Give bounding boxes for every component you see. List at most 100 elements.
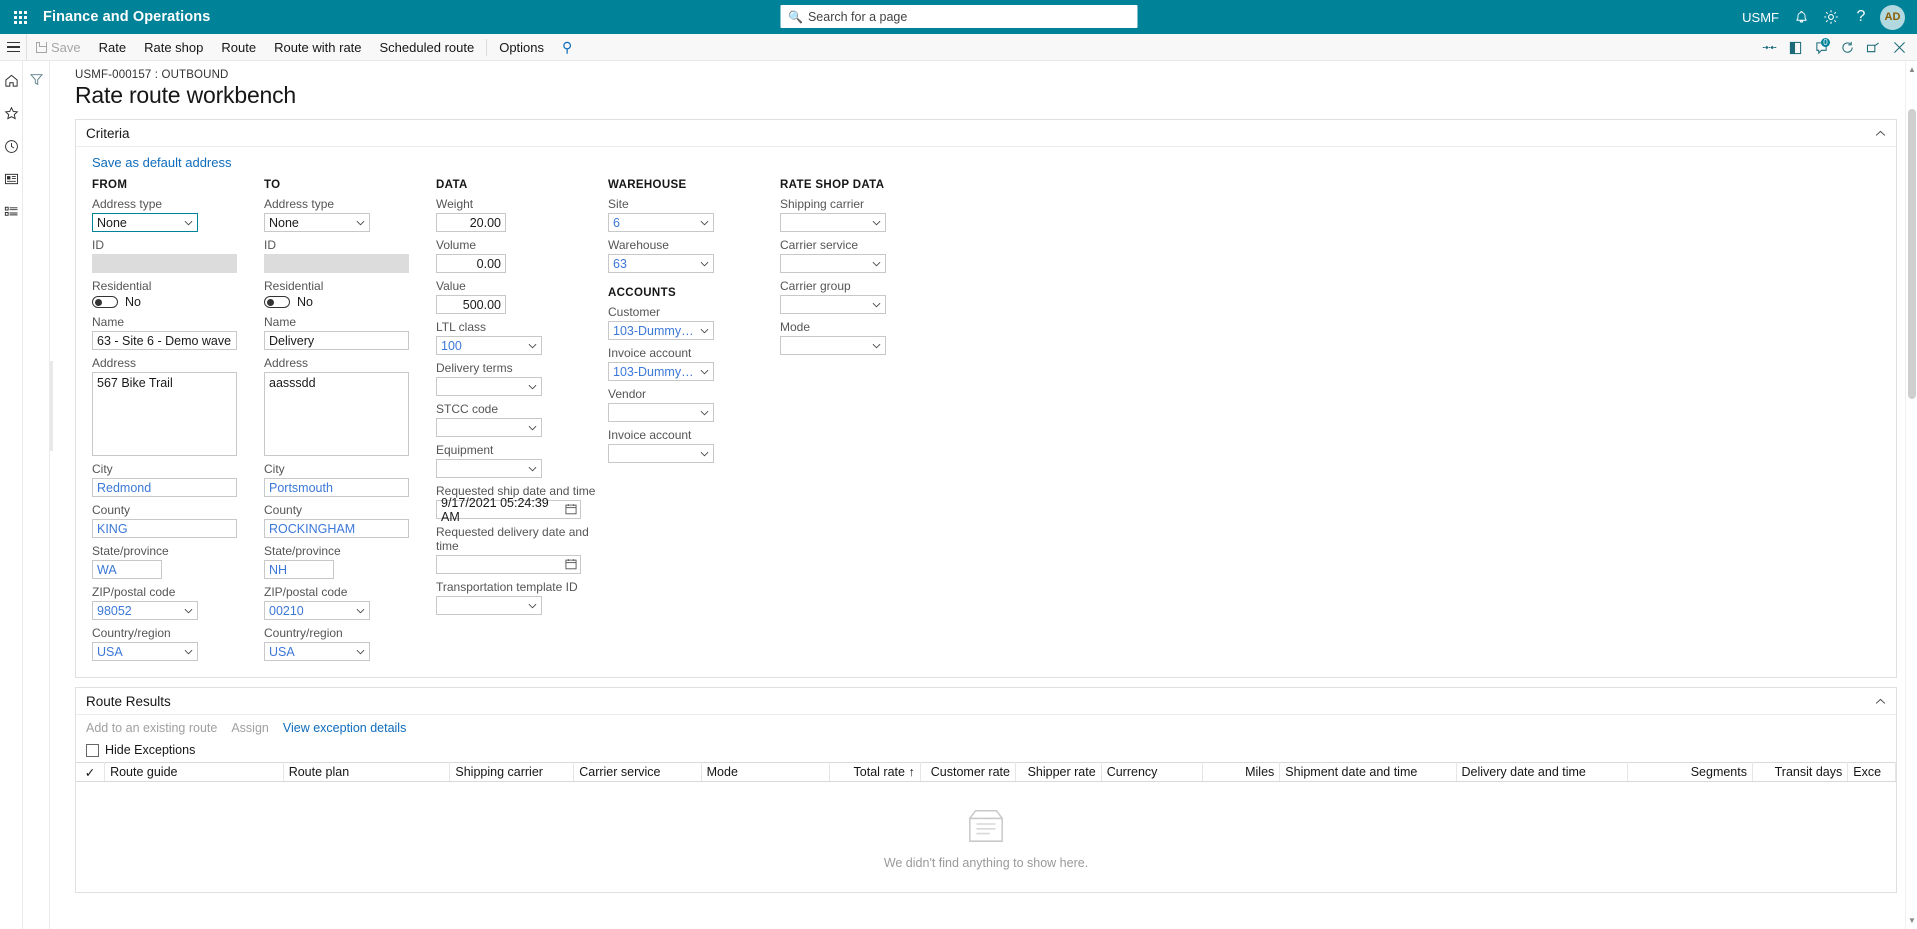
column-header-segments[interactable]: Segments xyxy=(1627,762,1753,782)
column-header-customer-rate[interactable]: Customer rate xyxy=(920,762,1016,782)
column-header-exceptions[interactable]: Exce xyxy=(1847,762,1896,782)
messages-icon[interactable]: 0 xyxy=(1809,34,1833,61)
to-name-input[interactable]: Delivery xyxy=(264,331,409,350)
from-zip-select[interactable]: 98052 xyxy=(92,601,198,620)
shipping-carrier-select[interactable] xyxy=(780,213,886,232)
column-header-currency[interactable]: Currency xyxy=(1101,762,1203,782)
column-header-delivery-date[interactable]: Delivery date and time xyxy=(1456,762,1628,782)
save-as-default-address-link[interactable]: Save as default address xyxy=(92,155,231,170)
app-launcher-button[interactable] xyxy=(0,0,40,34)
to-address-textarea[interactable]: aasssdd xyxy=(264,372,409,456)
to-county-input[interactable]: ROCKINGHAM xyxy=(264,519,409,538)
equipment-select[interactable] xyxy=(436,459,542,478)
hide-exceptions-checkbox[interactable] xyxy=(86,743,99,757)
home-icon[interactable] xyxy=(2,71,20,89)
from-name-input[interactable]: 63 - Site 6 - Demo wave cont... xyxy=(92,331,237,350)
refresh-icon[interactable] xyxy=(1835,34,1859,61)
to-country-select[interactable]: USA xyxy=(264,642,370,661)
chevron-up-icon[interactable] xyxy=(1875,694,1886,708)
add-to-existing-route-button[interactable]: Add to an existing route xyxy=(86,721,217,735)
bell-icon[interactable] xyxy=(1786,0,1816,34)
column-header-route-guide[interactable]: Route guide xyxy=(104,762,284,782)
search-input[interactable]: 🔍 Search for a page xyxy=(780,5,1137,28)
route-button[interactable]: Route xyxy=(212,34,265,61)
save-button[interactable]: Save xyxy=(27,34,90,61)
chevron-down-icon xyxy=(700,218,709,227)
to-zip-select[interactable]: 00210 xyxy=(264,601,370,620)
global-search[interactable]: 🔍 Search for a page xyxy=(780,5,1137,28)
ltl-class-select[interactable]: 100 xyxy=(436,336,542,355)
avatar[interactable]: AD xyxy=(1880,4,1905,30)
modules-list-icon[interactable] xyxy=(2,203,20,221)
route-with-rate-button[interactable]: Route with rate xyxy=(265,34,370,61)
company-selector[interactable]: USMF xyxy=(1735,0,1786,34)
favorites-star-icon[interactable] xyxy=(2,104,20,122)
select-all-column-header[interactable]: ✓ xyxy=(76,762,106,782)
popout-icon[interactable] xyxy=(1861,34,1885,61)
column-header-route-plan[interactable]: Route plan xyxy=(283,762,451,782)
invoice-account-select[interactable]: 103-DummyCusto... xyxy=(608,362,714,381)
requested-delivery-date-input[interactable] xyxy=(436,555,581,574)
scheduled-route-button[interactable]: Scheduled route xyxy=(371,34,484,61)
delivery-terms-select[interactable] xyxy=(436,377,542,396)
vertical-scrollbar[interactable]: ▲ ▼ xyxy=(1905,61,1917,929)
from-address-textarea[interactable]: 567 Bike Trail xyxy=(92,372,237,456)
relationships-icon[interactable] xyxy=(1757,34,1781,61)
rate-shop-button-label: Rate shop xyxy=(144,39,204,55)
rate-shop-button[interactable]: Rate shop xyxy=(135,34,212,61)
column-header-transit-days[interactable]: Transit days xyxy=(1752,762,1849,782)
from-county-input[interactable]: KING xyxy=(92,519,237,538)
workspaces-icon[interactable] xyxy=(2,170,20,188)
scroll-up-arrow-icon[interactable]: ▲ xyxy=(1908,65,1916,74)
options-button[interactable]: Options xyxy=(490,34,553,61)
vendor-select[interactable] xyxy=(608,403,714,422)
column-header-mode[interactable]: Mode xyxy=(701,762,831,782)
to-city-input[interactable]: Portsmouth xyxy=(264,478,409,497)
requested-ship-date-input[interactable]: 9/17/2021 05:24:39 AM xyxy=(436,496,581,524)
route-results-section-header[interactable]: Route Results xyxy=(76,688,1896,715)
filter-funnel-icon[interactable] xyxy=(29,73,43,89)
column-header-shipper-rate[interactable]: Shipper rate xyxy=(1015,762,1102,782)
criteria-section-header[interactable]: Criteria xyxy=(76,120,1896,147)
view-exception-details-link[interactable]: View exception details xyxy=(283,721,406,735)
question-icon[interactable]: ? xyxy=(1846,0,1876,34)
from-country-select[interactable]: USA xyxy=(92,642,198,661)
scrollbar-thumb[interactable] xyxy=(1908,109,1916,399)
scheduled-route-button-label: Scheduled route xyxy=(379,39,475,55)
transportation-template-select[interactable] xyxy=(436,596,542,615)
mode-select[interactable] xyxy=(780,336,886,355)
from-city-input[interactable]: Redmond xyxy=(92,478,237,497)
weight-input[interactable]: 20.00 xyxy=(436,213,506,232)
to-state-input[interactable]: NH xyxy=(264,560,334,579)
customer-select[interactable]: 103-DummyCusto... xyxy=(608,321,714,340)
chevron-down-icon xyxy=(356,606,365,615)
column-header-miles[interactable]: Miles xyxy=(1202,762,1281,782)
site-select[interactable]: 6 xyxy=(608,213,714,232)
column-header-shipping-carrier[interactable]: Shipping carrier xyxy=(449,762,575,782)
from-residential-toggle[interactable] xyxy=(92,296,118,308)
carrier-group-select[interactable] xyxy=(780,295,886,314)
value-input[interactable]: 500.00 xyxy=(436,295,506,314)
to-residential-toggle[interactable] xyxy=(264,296,290,308)
warehouse-select[interactable]: 63 xyxy=(608,254,714,273)
hamburger-icon[interactable] xyxy=(0,33,27,61)
close-icon[interactable] xyxy=(1887,34,1911,61)
toolbar-search-icon[interactable]: ⚲ xyxy=(553,34,581,61)
assign-button[interactable]: Assign xyxy=(231,721,269,735)
attachments-icon[interactable] xyxy=(1783,34,1807,61)
scroll-down-arrow-icon[interactable]: ▼ xyxy=(1908,916,1916,925)
chevron-up-icon[interactable] xyxy=(1875,126,1886,140)
column-header-shipment-date[interactable]: Shipment date and time xyxy=(1279,762,1457,782)
volume-input[interactable]: 0.00 xyxy=(436,254,506,273)
carrier-service-select[interactable] xyxy=(780,254,886,273)
recent-clock-icon[interactable] xyxy=(2,137,20,155)
rate-button[interactable]: Rate xyxy=(90,34,135,61)
to-address-type-select[interactable]: None xyxy=(264,213,370,232)
column-header-carrier-service[interactable]: Carrier service xyxy=(573,762,702,782)
column-header-total-rate[interactable]: Total rate ↑ xyxy=(829,762,921,782)
vendor-invoice-account-select[interactable] xyxy=(608,444,714,463)
gear-icon[interactable] xyxy=(1816,0,1846,34)
stcc-code-select[interactable] xyxy=(436,418,542,437)
from-state-input[interactable]: WA xyxy=(92,560,162,579)
from-address-type-select[interactable]: None xyxy=(92,213,198,232)
